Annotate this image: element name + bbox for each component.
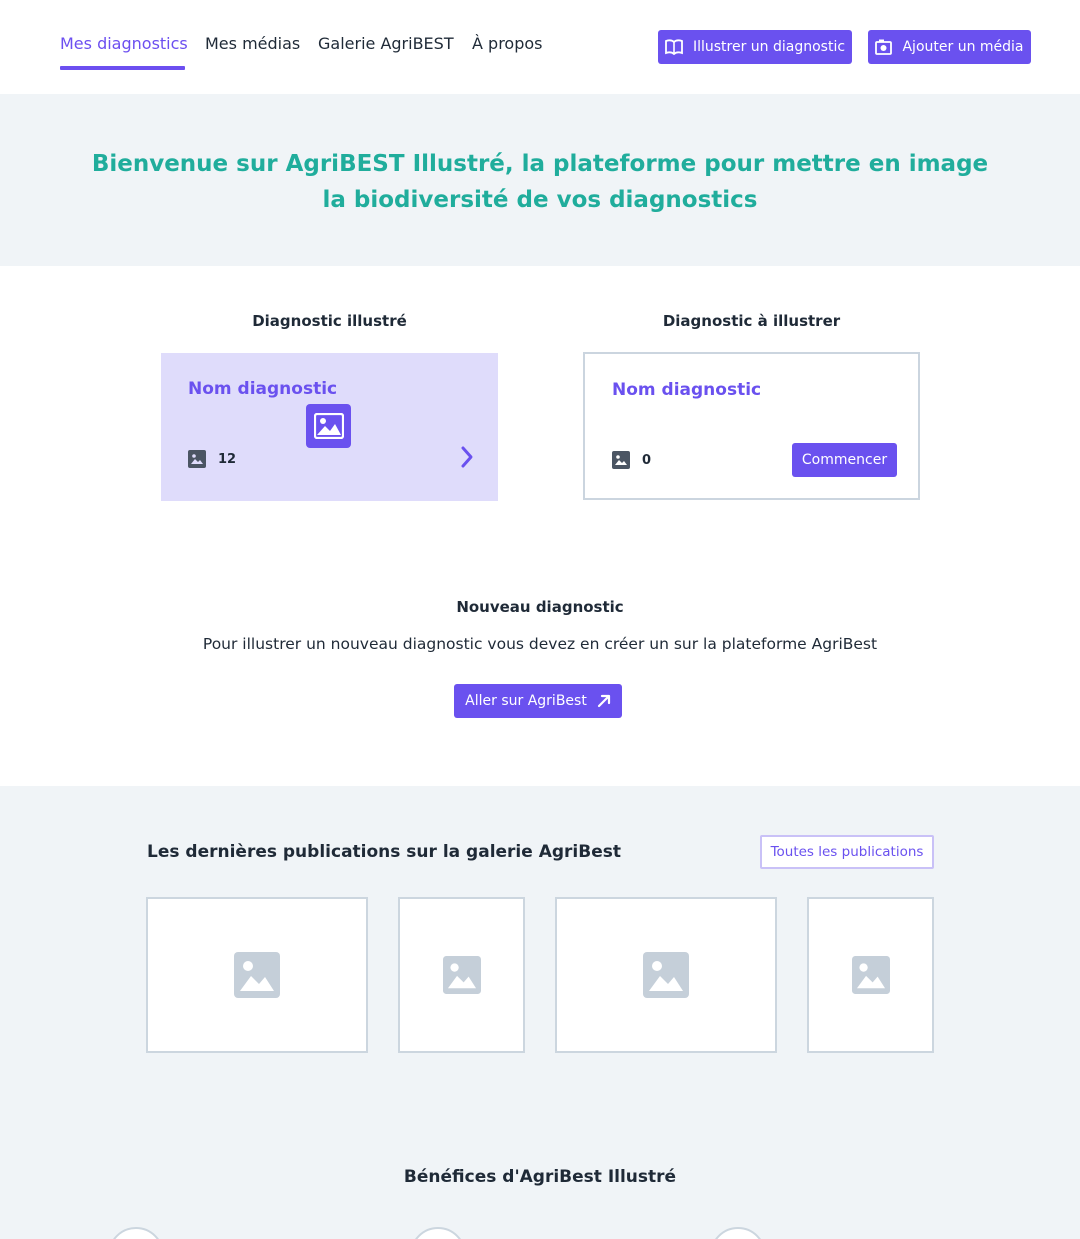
image-placeholder-icon	[442, 956, 481, 994]
external-link-arrow-icon	[597, 694, 610, 708]
start-button[interactable]: Commencer	[792, 443, 897, 477]
all-publications-button[interactable]: Toutes les publications	[760, 835, 934, 869]
diagnostic-name: Nom diagnostic	[188, 379, 338, 399]
media-count-value: 0	[642, 452, 652, 468]
tab-mes-medias[interactable]: Mes médias	[205, 34, 300, 53]
gallery-thumbnail[interactable]	[807, 897, 934, 1053]
hero-title: Bienvenue sur AgriBEST Illustré, la plat…	[90, 146, 990, 218]
media-count: 0	[612, 451, 651, 469]
hero-title-line-2: la biodiversité de vos diagnostics	[322, 187, 758, 213]
tab-a-propos[interactable]: À propos	[472, 34, 542, 53]
new-diagnostic-description: Pour illustrer un nouveau diagnostic vou…	[202, 635, 878, 653]
benefits-title: Bénéfices d'AgriBest Illustré	[403, 1167, 677, 1187]
active-tab-indicator	[60, 66, 185, 70]
benefit-icon-circle	[410, 1227, 466, 1239]
media-count: 12	[188, 450, 236, 468]
illustrated-diagnostic-heading: Diagnostic illustré	[252, 312, 407, 330]
todo-diagnostic-card: Nom diagnostic 0 Commencer	[583, 352, 920, 500]
hero-banner: Bienvenue sur AgriBEST Illustré, la plat…	[0, 94, 1080, 266]
benefit-icon-circle	[108, 1227, 164, 1239]
image-icon	[306, 404, 351, 448]
tab-mes-diagnostics[interactable]: Mes diagnostics	[60, 34, 188, 53]
book-icon	[665, 39, 683, 55]
add-photo-icon	[875, 39, 893, 55]
media-count-value: 12	[218, 451, 237, 467]
gallery-thumbnail[interactable]	[555, 897, 777, 1053]
tab-galerie-agribest[interactable]: Galerie AgriBEST	[318, 34, 454, 53]
go-to-agribest-label: Aller sur AgriBest	[465, 693, 587, 709]
illustrated-diagnostic-card[interactable]: Nom diagnostic 12	[161, 353, 498, 501]
gallery-thumbnail[interactable]	[146, 897, 368, 1053]
photo-icon	[188, 450, 206, 468]
go-to-agribest-button[interactable]: Aller sur AgriBest	[454, 684, 622, 718]
photo-icon	[612, 451, 630, 469]
gallery-section: Les dernières publications sur la galeri…	[0, 786, 1080, 1239]
image-placeholder-icon	[851, 956, 890, 994]
new-diagnostic-heading: Nouveau diagnostic	[456, 598, 624, 616]
gallery-thumbnail[interactable]	[398, 897, 525, 1053]
image-placeholder-icon	[643, 952, 689, 998]
diagnostic-name: Nom diagnostic	[612, 380, 762, 400]
add-media-label: Ajouter un média	[902, 39, 1024, 55]
illustrate-diagnostic-button[interactable]: Illustrer un diagnostic	[658, 30, 852, 64]
illustrate-diagnostic-label: Illustrer un diagnostic	[692, 39, 846, 55]
benefit-icon-circle	[710, 1227, 766, 1239]
top-navigation: Mes diagnostics Mes médias Galerie AgriB…	[0, 0, 1080, 94]
todo-diagnostic-heading: Diagnostic à illustrer	[662, 312, 841, 330]
gallery-title: Les dernières publications sur la galeri…	[147, 842, 621, 862]
add-media-button[interactable]: Ajouter un média	[868, 30, 1031, 64]
hero-title-line-1: Bienvenue sur AgriBEST Illustré, la plat…	[91, 151, 989, 177]
image-placeholder-icon	[234, 952, 280, 998]
chevron-right-icon[interactable]	[460, 445, 474, 469]
